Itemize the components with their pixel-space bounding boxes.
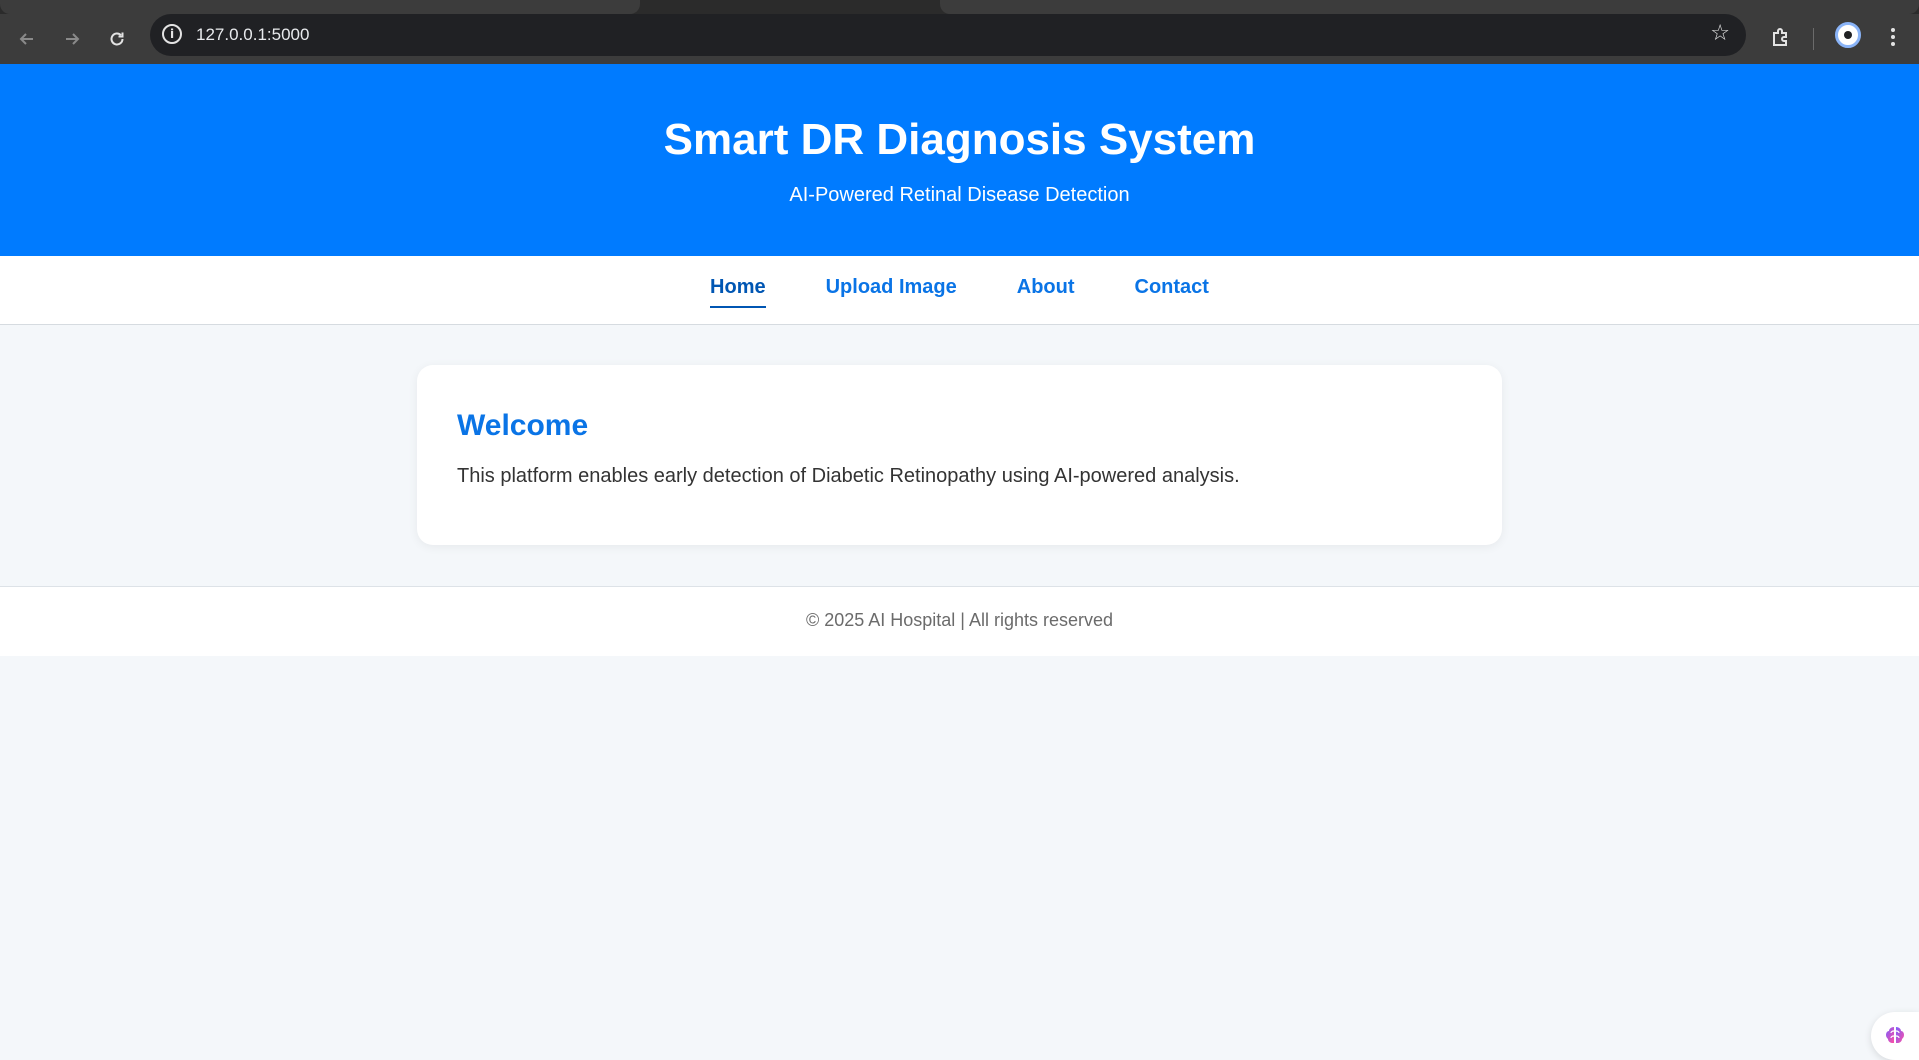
welcome-card: Welcome This platform enables early dete… [417,365,1502,545]
address-bar[interactable]: i 127.0.0.1:5000 ☆ [150,14,1746,56]
reload-button[interactable] [100,22,134,56]
back-button[interactable] [10,22,44,56]
nav-contact[interactable]: Contact [1135,276,1209,306]
tab-next[interactable] [940,0,1919,14]
star-icon[interactable]: ☆ [1710,21,1730,46]
url-text[interactable]: 127.0.0.1:5000 [196,25,309,45]
toolbar-divider [1813,28,1814,50]
site-footer: © 2025 AI Hospital | All rights reserved [0,586,1919,656]
nav-about[interactable]: About [1017,276,1075,306]
main-content: Welcome This platform enables early dete… [0,325,1919,586]
browser-chrome: i 127.0.0.1:5000 ☆ [0,0,1919,64]
reload-icon [110,32,124,46]
page-subtitle: AI-Powered Retinal Disease Detection [789,184,1130,207]
main-nav: Home Upload Image About Contact [0,256,1919,325]
arrow-left-icon [19,33,33,45]
profile-avatar[interactable] [1835,22,1861,48]
info-icon[interactable]: i [162,24,182,44]
arrow-right-icon [66,33,80,45]
nav-home[interactable]: Home [710,276,766,308]
page-viewport: Smart DR Diagnosis System AI-Powered Ret… [0,64,1919,1060]
browser-toolbar: i 127.0.0.1:5000 ☆ [0,14,1919,64]
site-header: Smart DR Diagnosis System AI-Powered Ret… [0,64,1919,256]
assistant-widget-button[interactable] [1871,1012,1919,1060]
puzzle-icon [1773,28,1787,46]
forward-button[interactable] [55,22,89,56]
nav-upload-image[interactable]: Upload Image [826,276,957,306]
welcome-text: This platform enables early detection of… [457,465,1240,487]
page-title: Smart DR Diagnosis System [663,115,1256,164]
brain-icon [1886,1027,1904,1043]
browser-menu-button[interactable] [1876,20,1910,54]
footer-text: © 2025 AI Hospital | All rights reserved [805,610,1114,630]
tab-strip [0,0,1919,14]
tab-previous[interactable] [0,0,640,14]
welcome-heading: Welcome [457,409,589,442]
extensions-button[interactable] [1764,20,1798,54]
kebab-menu-icon [1891,28,1895,46]
